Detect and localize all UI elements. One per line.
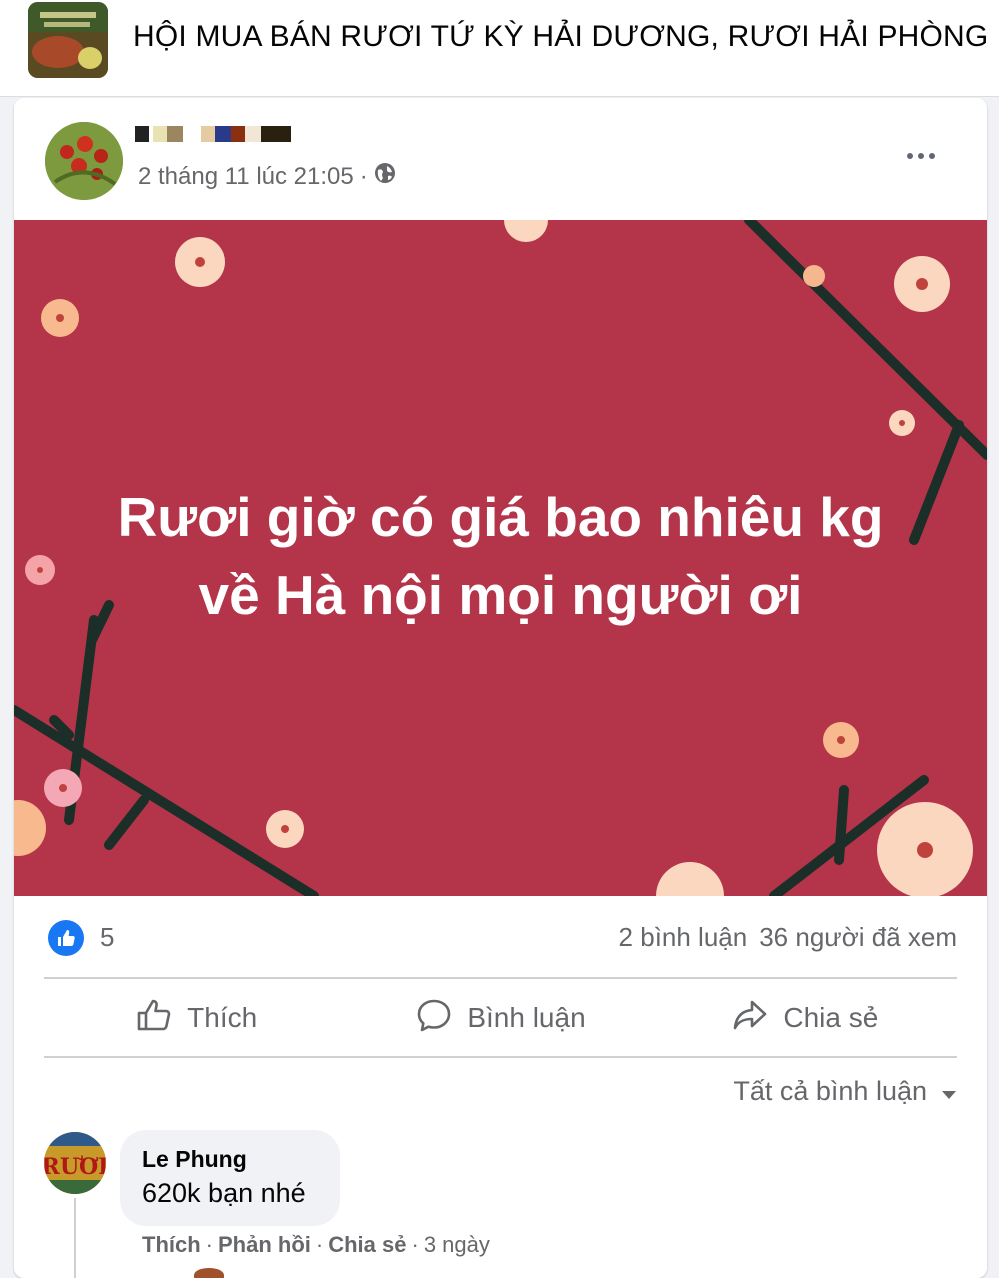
- image-text-line-2: về Hà nội mọi người ơi: [198, 564, 803, 626]
- divider: [44, 977, 957, 979]
- comment-button-label: Bình luận: [467, 1002, 586, 1033]
- author-name-obscured[interactable]: [135, 126, 291, 142]
- post-timestamp[interactable]: 2 tháng 11 lúc 21:05: [138, 163, 354, 191]
- share-icon: [731, 996, 769, 1041]
- post-image[interactable]: Rươi giờ có giá bao nhiêu kg về Hà nội m…: [14, 220, 987, 896]
- reply-avatar[interactable]: [194, 1268, 224, 1278]
- group-header: HỘI MUA BÁN RƯƠI TỨ KỲ HẢI DƯƠNG, RƯƠI H…: [0, 0, 999, 97]
- comment-action-separator: ·: [411, 1232, 419, 1257]
- comment-sort-label: Tất cả bình luận: [733, 1076, 927, 1106]
- comment-actions: Thích · Phản hồi · Chia sẻ · 3 ngày: [142, 1232, 490, 1258]
- more-options-button[interactable]: [899, 142, 943, 170]
- comment-button[interactable]: Bình luận: [348, 980, 652, 1056]
- author-avatar[interactable]: [45, 122, 123, 200]
- divider: [44, 1056, 957, 1058]
- comment-reply-link[interactable]: Phản hồi: [218, 1232, 311, 1258]
- commenter-avatar-text: RƯƠI: [44, 1154, 106, 1180]
- comment-icon: [415, 996, 453, 1041]
- comment-bubble: Le Phung 620k bạn nhé: [120, 1130, 340, 1226]
- image-text-line-1: Rươi giờ có giá bao nhiêu kg: [117, 486, 884, 548]
- group-title[interactable]: HỘI MUA BÁN RƯƠI TỨ KỲ HẢI DƯƠNG, RƯƠI H…: [133, 20, 988, 54]
- comment-time[interactable]: 3 ngày: [424, 1232, 490, 1258]
- commenter-avatar[interactable]: RƯƠI: [44, 1132, 106, 1194]
- thumbs-up-icon: [135, 996, 173, 1041]
- caret-down-icon: [941, 1076, 957, 1107]
- like-button[interactable]: Thích: [44, 980, 348, 1056]
- like-count[interactable]: 5: [100, 922, 114, 953]
- globe-icon: [374, 162, 396, 191]
- share-button[interactable]: Chia sẻ: [653, 980, 957, 1056]
- comment-sort-dropdown[interactable]: Tất cả bình luận: [733, 1076, 957, 1107]
- post-actions: Thích Bình luận Chia sẻ: [44, 980, 957, 1056]
- comment-action-separator: ·: [205, 1232, 213, 1257]
- commenter-name[interactable]: Le Phung: [142, 1146, 247, 1173]
- share-button-label: Chia sẻ: [783, 1002, 879, 1033]
- thread-line: [74, 1198, 76, 1278]
- comment-text: 620k bạn nhé: [142, 1178, 306, 1208]
- comment-count[interactable]: 2 bình luận: [619, 922, 748, 953]
- group-cover-thumbnail[interactable]: [28, 2, 108, 78]
- like-button-label: Thích: [187, 1002, 258, 1033]
- post-meta: 2 tháng 11 lúc 21:05 ·: [138, 162, 396, 191]
- view-count: 36 người đã xem: [759, 922, 957, 952]
- comment-like-link[interactable]: Thích: [142, 1232, 201, 1258]
- like-reaction-icon[interactable]: [48, 920, 84, 956]
- more-icon: [907, 153, 913, 159]
- post-image-text: Rươi giờ có giá bao nhiêu kg về Hà nội m…: [14, 478, 987, 634]
- post-card: 2 tháng 11 lúc 21:05 · Rươi giờ có giá b…: [14, 98, 987, 1278]
- comment-action-separator: ·: [315, 1232, 324, 1257]
- post-stats: 5 2 bình luận 36 người đã xem: [44, 918, 957, 962]
- meta-separator: ·: [359, 162, 368, 190]
- comment-share-link[interactable]: Chia sẻ: [328, 1232, 406, 1258]
